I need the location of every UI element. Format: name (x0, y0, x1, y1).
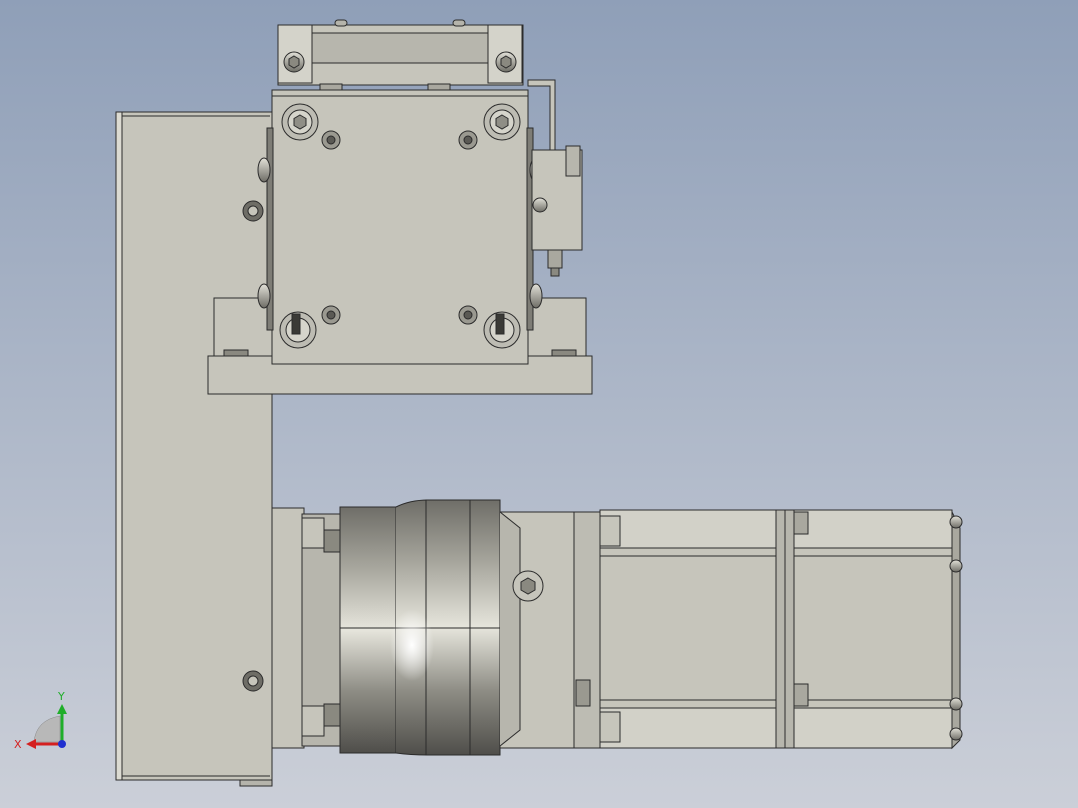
knurl-pin-3 (321, 305, 341, 325)
cap-screw-top-right (483, 103, 521, 141)
model-canvas[interactable]: X Y (0, 0, 1078, 808)
servo-motor-gearbox-assembly[interactable] (271, 499, 963, 756)
plate-screw-bottom (242, 670, 264, 692)
triad-y-label: Y (57, 690, 65, 703)
cap-screw-top-left (281, 103, 319, 141)
plate-screw-top (242, 200, 264, 222)
vertical-mounting-plate[interactable] (115, 111, 273, 787)
triad-x-label: X (14, 738, 22, 751)
cad-viewport[interactable]: X Y (0, 0, 1078, 808)
knurl-pin-2 (458, 130, 478, 150)
cap-screw-bottom-right (483, 311, 521, 349)
knurl-pin-4 (458, 305, 478, 325)
motor-rear-cap (951, 511, 961, 750)
knurl-pin-1 (321, 130, 341, 150)
bracket-bolt-right (495, 51, 517, 73)
bracket-bolt-left (283, 51, 305, 73)
cap-screw-bottom-left (279, 311, 317, 349)
adapter-flange (271, 507, 305, 749)
